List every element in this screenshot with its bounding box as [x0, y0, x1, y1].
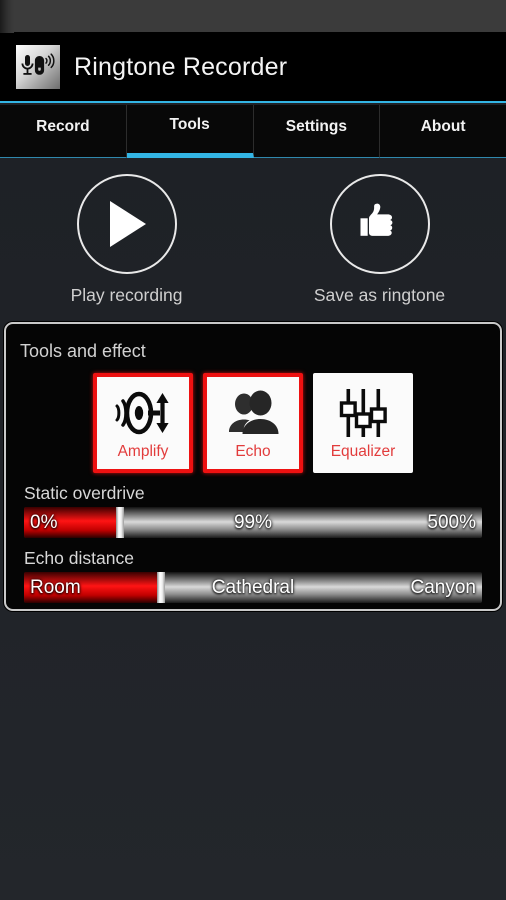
slider-tick-start-static-overdrive: 0%	[30, 511, 58, 533]
slider-label-echo-distance: Echo distance	[24, 548, 134, 568]
tab-settings[interactable]: Settings	[253, 105, 381, 158]
effect-button-amplify[interactable]: Amplify	[93, 373, 193, 473]
play-recording-label: Play recording	[70, 285, 183, 305]
slider-echo-distance: Echo distance Room Cathedral Canyon	[6, 548, 500, 603]
tab-about[interactable]: About	[380, 105, 506, 158]
slider-tick-mid-static-overdrive: 99%	[233, 511, 273, 533]
slider-tick-end-echo-distance: Canyon	[410, 576, 477, 598]
effect-button-equalizer[interactable]: Equalizer	[313, 373, 413, 473]
two-people-icon-svg	[228, 390, 278, 434]
slider-tick-start-echo-distance: Room	[30, 576, 81, 598]
app-title: Ringtone Recorder	[74, 52, 288, 81]
status-bar	[0, 0, 506, 33]
tools-panel: Tools and effect Amplify Echo Equalizer …	[4, 322, 502, 611]
play-recording-button[interactable]: Play recording	[0, 162, 253, 320]
thumbs-up-icon	[360, 203, 392, 236]
slider-thumb-static-overdrive[interactable]	[116, 507, 125, 538]
tab-bar: Record Tools Settings About	[0, 105, 506, 158]
speaker-updown-arrow-icon-svg	[115, 391, 169, 435]
microphone-phone-icon-svg	[21, 53, 55, 75]
play-circle	[76, 174, 177, 274]
tools-panel-title: Tools and effect	[20, 341, 146, 361]
action-bar: Ringtone Recorder	[0, 33, 506, 103]
slider-track-echo-distance[interactable]: Room Cathedral Canyon	[24, 572, 482, 603]
two-people-icon	[226, 384, 281, 442]
slider-label-static-overdrive: Static overdrive	[24, 483, 145, 503]
play-icon	[109, 201, 146, 247]
slider-tick-end-static-overdrive: 500%	[427, 511, 476, 533]
save-as-ringtone-label: Save as ringtone	[313, 285, 446, 305]
slider-static-overdrive: Static overdrive 0% 99% 500%	[6, 483, 500, 538]
tab-tools[interactable]: Tools	[126, 105, 254, 158]
slider-tick-mid-echo-distance: Cathedral	[211, 576, 295, 598]
faders-icon	[337, 384, 389, 442]
effect-label-amplify: Amplify	[117, 443, 169, 460]
effect-buttons: Amplify Echo Equalizer	[6, 373, 500, 473]
save-as-ringtone-button[interactable]: Save as ringtone	[253, 162, 506, 320]
effect-label-equalizer: Equalizer	[330, 443, 396, 460]
top-actions: Play recording Save as ringtone	[0, 162, 506, 320]
slider-thumb-echo-distance[interactable]	[157, 572, 166, 603]
app-screen: Ringtone Recorder Record Tools Settings …	[0, 0, 506, 900]
slider-track-static-overdrive[interactable]: 0% 99% 500%	[24, 507, 482, 538]
speaker-updown-arrow-icon	[114, 384, 172, 442]
effect-label-echo: Echo	[235, 443, 271, 460]
tab-record[interactable]: Record	[0, 105, 127, 158]
save-circle	[329, 174, 430, 274]
effect-button-echo[interactable]: Echo	[203, 373, 303, 473]
faders-icon-svg	[339, 389, 387, 437]
microphone-phone-icon	[16, 45, 60, 89]
